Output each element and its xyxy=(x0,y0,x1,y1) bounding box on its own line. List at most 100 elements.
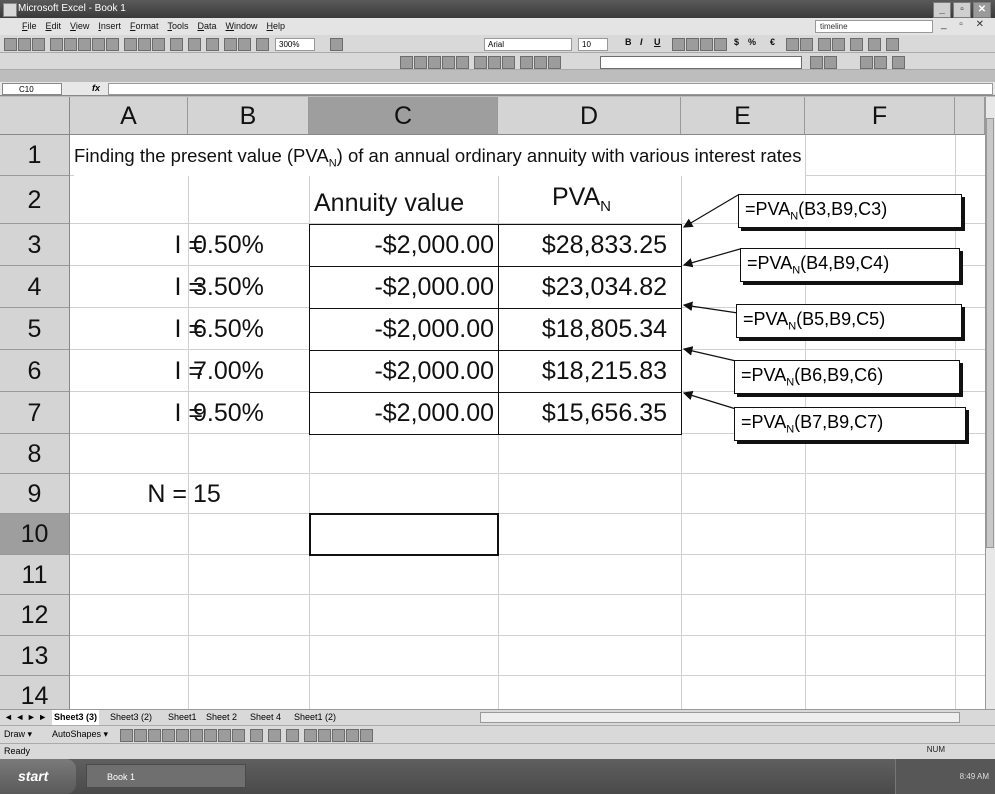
tab-navigation-arrows[interactable]: ◄ ◄ ► ► xyxy=(2,710,49,725)
oval-icon[interactable] xyxy=(162,729,175,742)
column-header-e[interactable]: E xyxy=(681,97,805,135)
menu-tools[interactable]: Tools xyxy=(167,18,188,35)
column-header-a[interactable]: A xyxy=(70,97,188,135)
new-icon[interactable] xyxy=(4,38,17,51)
menu-help[interactable]: Help xyxy=(267,18,286,35)
underline-button[interactable]: U xyxy=(654,37,661,47)
cell-d5-pva[interactable]: $18,805.34 xyxy=(498,308,682,351)
align-left-icon[interactable] xyxy=(672,38,685,51)
arrow-icon[interactable] xyxy=(134,729,147,742)
paste-icon[interactable] xyxy=(152,38,165,51)
cell-d2-pva-header[interactable]: PVAN xyxy=(552,177,611,217)
cell-c2-annuity-header[interactable]: Annuity value xyxy=(314,183,464,223)
cell-a5-label[interactable]: I = xyxy=(70,308,204,350)
hyperlink-icon[interactable] xyxy=(224,38,237,51)
cell-d7-pva[interactable]: $15,656.35 xyxy=(498,392,682,435)
menu-edit[interactable]: Edit xyxy=(46,18,62,35)
reviewing-icon-3[interactable] xyxy=(428,56,441,69)
permission-icon[interactable] xyxy=(50,38,63,51)
print-preview-icon[interactable] xyxy=(92,38,105,51)
cell-a7-label[interactable]: I = xyxy=(70,392,204,434)
row-header-8[interactable]: 8 xyxy=(0,434,70,474)
merge-center-icon[interactable] xyxy=(714,38,727,51)
email-icon[interactable] xyxy=(64,38,77,51)
cell-a4-label[interactable]: I = xyxy=(70,266,204,308)
maximize-button[interactable]: ▫ xyxy=(953,2,971,18)
minimize-button[interactable]: _ xyxy=(933,2,951,18)
open-icon[interactable] xyxy=(18,38,31,51)
cell-c6-annuity[interactable]: -$2,000.00 xyxy=(309,350,499,393)
textbox-icon[interactable] xyxy=(176,729,189,742)
tab-sheet-4[interactable]: Sheet 4 xyxy=(248,710,283,725)
reviewing-icon-4[interactable] xyxy=(442,56,455,69)
save-icon[interactable] xyxy=(32,38,45,51)
menu-insert[interactable]: Insert xyxy=(98,18,121,35)
row-header-5[interactable]: 5 xyxy=(0,308,70,350)
decrease-decimal-icon[interactable] xyxy=(800,38,813,51)
column-header-d[interactable]: D xyxy=(498,97,681,135)
euro-button[interactable]: € xyxy=(770,37,775,47)
autosum-icon[interactable] xyxy=(238,38,251,51)
redo-icon[interactable] xyxy=(206,38,219,51)
clipart-icon[interactable] xyxy=(218,729,231,742)
select-all-corner[interactable] xyxy=(0,97,70,135)
reviewing-icon-7[interactable] xyxy=(488,56,501,69)
currency-button[interactable]: $ xyxy=(734,37,739,47)
increase-decimal-icon[interactable] xyxy=(786,38,799,51)
menu-view[interactable]: View xyxy=(70,18,89,35)
menu-window[interactable]: Window xyxy=(225,18,257,35)
tab-sheet1[interactable]: Sheet1 xyxy=(166,710,199,725)
row-header-9[interactable]: 9 xyxy=(0,474,70,514)
line-style-icon[interactable] xyxy=(304,729,317,742)
align-right-icon[interactable] xyxy=(700,38,713,51)
menu-file[interactable]: File xyxy=(22,18,37,35)
reviewing-icon-9[interactable] xyxy=(520,56,533,69)
fill-icon[interactable] xyxy=(250,729,263,742)
tab-sheet-2[interactable]: Sheet 2 xyxy=(204,710,239,725)
insert-function-icon[interactable]: fx xyxy=(92,83,100,93)
vertical-scroll-thumb[interactable] xyxy=(986,118,994,548)
cell-a9-label[interactable]: N = xyxy=(70,474,187,514)
start-button[interactable]: start xyxy=(0,759,76,794)
workbook-window-controls[interactable]: _ ▫ ✕ xyxy=(941,19,989,30)
cell-b9-value[interactable]: 15 xyxy=(193,474,221,514)
cell-b4-rate[interactable]: 3.50% xyxy=(193,266,264,308)
reviewing-icon-2[interactable] xyxy=(414,56,427,69)
column-header-b[interactable]: B xyxy=(188,97,309,135)
formula-input[interactable] xyxy=(108,83,993,95)
spelling-icon[interactable] xyxy=(106,38,119,51)
menu-data[interactable]: Data xyxy=(197,18,216,35)
cell-a1-title[interactable]: Finding the present value (PVAN) of an a… xyxy=(74,135,806,176)
picture-icon[interactable] xyxy=(232,729,245,742)
cell-b3-rate[interactable]: 0.50% xyxy=(193,224,264,266)
horizontal-scrollbar[interactable] xyxy=(480,712,960,723)
tab-sheet3-2[interactable]: Sheet3 (2) xyxy=(108,710,154,725)
cell-c3-annuity[interactable]: -$2,000.00 xyxy=(309,224,499,267)
copy-icon[interactable] xyxy=(138,38,151,51)
print-icon[interactable] xyxy=(78,38,91,51)
tab-sheet1-2[interactable]: Sheet1 (2) xyxy=(292,710,338,725)
row-header-10[interactable]: 10 xyxy=(0,514,70,555)
undo-icon[interactable] xyxy=(188,38,201,51)
column-header-f[interactable]: F xyxy=(805,97,955,135)
cell-c5-annuity[interactable]: -$2,000.00 xyxy=(309,308,499,351)
font-size-select[interactable]: 10 xyxy=(578,38,608,51)
arrow-style-icon[interactable] xyxy=(332,729,345,742)
row-header-1[interactable]: 1 xyxy=(0,135,70,176)
row-header-7[interactable]: 7 xyxy=(0,392,70,434)
reviewing-icon-8[interactable] xyxy=(502,56,515,69)
drawing-icon-2[interactable] xyxy=(824,56,837,69)
line-color-icon[interactable] xyxy=(268,729,281,742)
drawing-icon-5[interactable] xyxy=(892,56,905,69)
cell-d6-pva[interactable]: $18,215.83 xyxy=(498,350,682,393)
increase-indent-icon[interactable] xyxy=(832,38,845,51)
rectangle-icon[interactable] xyxy=(148,729,161,742)
column-header-c[interactable]: C xyxy=(309,97,498,135)
autoshapes-menu[interactable]: AutoShapes ▾ xyxy=(52,726,108,743)
reviewing-icon-6[interactable] xyxy=(474,56,487,69)
column-header-g[interactable] xyxy=(955,97,985,135)
cut-icon[interactable] xyxy=(124,38,137,51)
excel-app-icon[interactable] xyxy=(3,3,17,17)
drawing-icon-3[interactable] xyxy=(860,56,873,69)
percent-button[interactable]: % xyxy=(748,37,756,47)
